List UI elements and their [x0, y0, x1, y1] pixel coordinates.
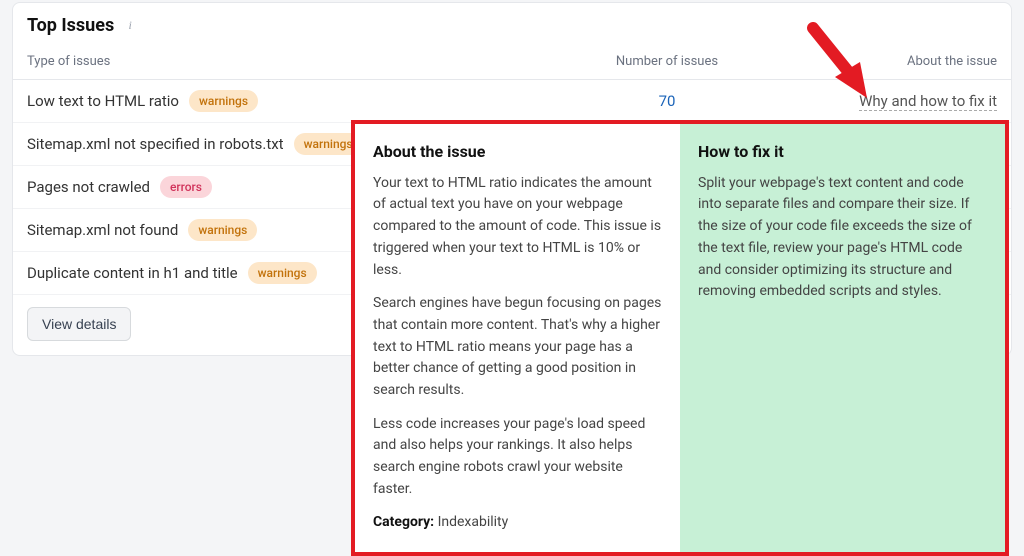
issue-cell: Low text to HTML ratio warnings — [27, 90, 557, 112]
issue-name: Sitemap.xml not specified in robots.txt — [27, 135, 284, 153]
warnings-badge: warnings — [188, 219, 257, 241]
popup-fix-column: How to fix it Split your webpage's text … — [680, 124, 1005, 552]
issue-count-link[interactable]: 70 — [557, 92, 777, 110]
popup-about-paragraph: Search engines have begun focusing on pa… — [373, 293, 662, 401]
popup-about-paragraph: Your text to HTML ratio indicates the am… — [373, 173, 662, 281]
view-details-button[interactable]: View details — [27, 307, 131, 341]
issue-name: Sitemap.xml not found — [27, 221, 178, 239]
why-how-link[interactable]: Why and how to fix it — [859, 92, 997, 111]
issue-details-popup: About the issue Your text to HTML ratio … — [351, 120, 1009, 556]
card-header: Top Issues — [13, 3, 1011, 44]
popup-category-label: Category: — [373, 514, 434, 530]
info-icon[interactable] — [122, 18, 138, 34]
warnings-badge: warnings — [248, 262, 317, 284]
table-row: Low text to HTML ratio warnings 70 Why a… — [13, 80, 1011, 123]
card-title: Top Issues — [27, 15, 114, 36]
col-type-header: Type of issues — [27, 54, 557, 69]
errors-badge: errors — [160, 176, 212, 198]
issue-name: Low text to HTML ratio — [27, 92, 179, 110]
popup-about-column: About the issue Your text to HTML ratio … — [355, 124, 680, 552]
issue-name: Pages not crawled — [27, 178, 150, 196]
col-about-header: About the issue — [777, 54, 997, 69]
popup-category-line: Category: Indexability — [373, 512, 662, 534]
popup-about-title: About the issue — [373, 140, 662, 165]
issue-name: Duplicate content in h1 and title — [27, 264, 238, 282]
warnings-badge: warnings — [189, 90, 258, 112]
popup-category-value: Indexability — [434, 514, 508, 530]
popup-about-paragraph: Less code increases your page's load spe… — [373, 414, 662, 501]
col-number-header: Number of issues — [557, 54, 777, 69]
popup-fix-title: How to fix it — [698, 140, 987, 165]
popup-fix-paragraph: Split your webpage's text content and co… — [698, 173, 987, 303]
table-header-row: Type of issues Number of issues About th… — [13, 44, 1011, 80]
